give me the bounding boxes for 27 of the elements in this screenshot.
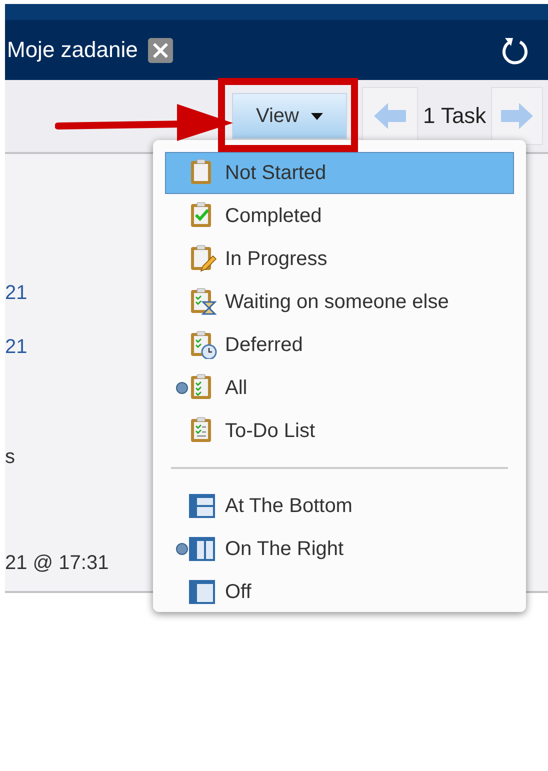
caret-icon bbox=[311, 112, 323, 120]
menu-item[interactable]: At The Bottom bbox=[165, 485, 514, 527]
detail-text: 21 @ 17:31 bbox=[5, 551, 109, 575]
right-arrow-icon bbox=[501, 103, 534, 129]
close-icon[interactable] bbox=[148, 38, 173, 62]
menu-item[interactable]: Deferred bbox=[165, 324, 514, 366]
layout-icon bbox=[189, 492, 217, 520]
clipboard-clock-icon bbox=[189, 331, 217, 359]
left-arrow-icon bbox=[374, 103, 406, 129]
clipboard-pencil-icon bbox=[189, 245, 217, 273]
date-link[interactable]: 21 bbox=[5, 335, 28, 359]
menu-item[interactable]: On The Right bbox=[165, 528, 514, 570]
date-link[interactable]: 21 bbox=[5, 281, 28, 305]
layout-icon bbox=[189, 578, 217, 606]
clipboard-hourglass-icon bbox=[189, 288, 217, 316]
menu-item[interactable]: Off bbox=[165, 571, 514, 613]
task-count: 1 Task bbox=[423, 103, 486, 129]
menu-item[interactable]: To-Do List bbox=[165, 410, 514, 452]
detail-text: s bbox=[5, 445, 15, 469]
menu-item[interactable]: Not Started bbox=[165, 152, 514, 194]
menu-item[interactable]: All bbox=[165, 367, 514, 409]
menu-item[interactable]: Waiting on someone else bbox=[165, 281, 514, 323]
view-button[interactable]: View bbox=[232, 93, 347, 139]
menu-item[interactable]: In Progress bbox=[165, 238, 514, 280]
tab-title[interactable]: Moje zadanie bbox=[7, 37, 138, 63]
menu-item[interactable]: Completed bbox=[165, 195, 514, 237]
layout-icon bbox=[189, 535, 217, 563]
